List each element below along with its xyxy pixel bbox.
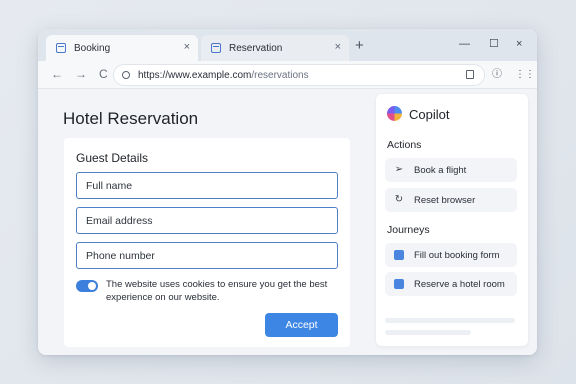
search-icon: [122, 71, 130, 79]
copilot-logo-icon: [387, 106, 402, 121]
tab-close-icon[interactable]: ×: [184, 41, 190, 53]
copilot-panel: Copilot Actions ➢ Book a flight ↻ Reset …: [376, 94, 528, 346]
reload-button[interactable]: C: [99, 67, 108, 81]
cookie-toggle[interactable]: [76, 280, 98, 292]
journey-label: Fill out booking form: [414, 249, 500, 261]
refresh-icon: ↻: [394, 194, 404, 205]
accept-button[interactable]: Accept: [265, 313, 338, 337]
maximize-button[interactable]: ☐: [489, 38, 499, 50]
toggle-knob: [88, 282, 96, 290]
tab-label: Reservation: [229, 42, 283, 54]
page-icon: [56, 43, 66, 53]
back-button[interactable]: ←: [51, 67, 63, 81]
email-field[interactable]: Email address: [76, 207, 338, 234]
action-reset-browser[interactable]: ↻ Reset browser: [385, 188, 517, 212]
field-placeholder: Phone number: [86, 249, 155, 262]
loading-placeholder: [385, 330, 471, 335]
journey-fill-booking-form[interactable]: Fill out booking form: [385, 243, 517, 267]
address-bar[interactable]: https://www.example.com/reservations: [113, 64, 485, 86]
new-tab-button[interactable]: +: [355, 38, 364, 54]
copilot-title: Copilot: [409, 107, 450, 122]
tab-strip: Booking × Reservation × + — ☐ ×: [38, 29, 537, 61]
journey-reserve-hotel[interactable]: Reserve a hotel room: [385, 272, 517, 296]
field-placeholder: Email address: [86, 214, 153, 227]
forward-button[interactable]: →: [75, 67, 87, 81]
tab-reservation[interactable]: Reservation ×: [201, 35, 349, 61]
tab-close-icon[interactable]: ×: [335, 41, 341, 53]
minimize-button[interactable]: —: [459, 38, 470, 50]
extensions-icon[interactable]: ⋮⋮: [515, 69, 535, 81]
journey-label: Reserve a hotel room: [414, 278, 505, 290]
field-placeholder: Full name: [86, 179, 133, 192]
card-title: Guest Details: [76, 151, 149, 165]
phone-field[interactable]: Phone number: [76, 242, 338, 269]
full-name-field[interactable]: Full name: [76, 172, 338, 199]
form-icon: [394, 250, 404, 260]
browser-window: Booking × Reservation × + — ☐ × ← → C ht…: [38, 29, 537, 355]
close-window-button[interactable]: ×: [516, 38, 522, 50]
tab-booking[interactable]: Booking ×: [46, 35, 198, 61]
page-content: Hotel Reservation Guest Details Full nam…: [38, 90, 537, 355]
action-label: Reset browser: [414, 194, 476, 206]
info-icon[interactable]: ⓘ: [492, 69, 502, 81]
page-icon: [211, 43, 221, 53]
action-book-flight[interactable]: ➢ Book a flight: [385, 158, 517, 182]
browser-toolbar: ← → C https://www.example.com/reservatio…: [38, 61, 537, 89]
actions-heading: Actions: [387, 139, 422, 151]
page-title: Hotel Reservation: [63, 109, 199, 128]
action-label: Book a flight: [414, 164, 467, 176]
send-icon: ➢: [394, 164, 404, 175]
url-path: /reservations: [251, 69, 309, 81]
hotel-icon: [394, 279, 404, 289]
lock-icon[interactable]: [466, 70, 474, 79]
tab-label: Booking: [74, 42, 111, 54]
loading-placeholder: [385, 318, 515, 323]
journeys-heading: Journeys: [387, 224, 430, 236]
url-host: https://www.example.com: [138, 69, 252, 81]
cookie-notice: The website uses cookies to ensure you g…: [106, 279, 328, 303]
guest-details-card: Guest Details Full name Email address Ph…: [64, 138, 350, 347]
